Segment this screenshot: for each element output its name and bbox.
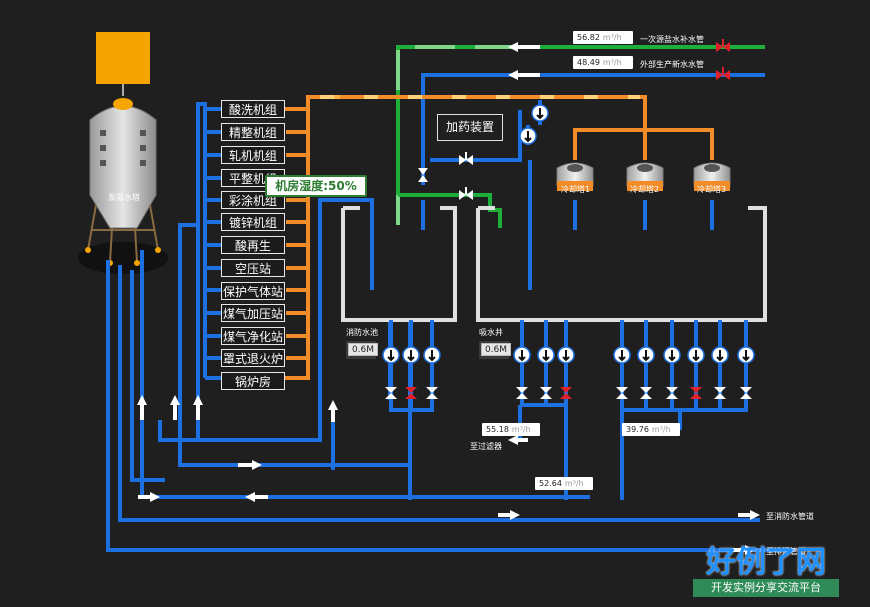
pumps [382,104,755,364]
unit-1[interactable]: 酸洗机组 [221,100,285,118]
unit-7[interactable]: 酸再生 [221,236,285,254]
brand-watermark: 好例了网 开发实例分享交流平台 [693,537,839,599]
unit-6[interactable]: 镀锌机组 [221,213,285,231]
fire-pool-label: 消防水池 [346,328,378,337]
suction-well-label: 吸水井 [479,328,503,337]
cooler-label-2: 冷却塔2 [630,185,660,194]
tower-label: 泵吸水塔 [108,193,140,202]
unit-3[interactable]: 轧机机组 [221,146,285,164]
suction-well-level: 0.6M [481,343,511,356]
tower-top-box [96,32,150,84]
blue-pipes [106,102,795,552]
unit-9[interactable]: 保护气体站 [221,282,285,300]
brand-subtitle: 开发实例分享交流平台 [693,579,839,597]
flow-filter: 55.18 m³/h [482,423,540,436]
scada-stage: { "tower": {"label": "泵吸水塔"}, "units": [… [0,0,870,607]
fire-pool-level: 0.6M [348,343,378,356]
unit-13[interactable]: 锅炉房 [221,372,285,390]
unit-2[interactable]: 精整机组 [221,123,285,141]
filter-outlet-label: 至过滤器 [470,442,502,451]
unit-12[interactable]: 罩式退火炉 [221,349,285,367]
unit-8[interactable]: 空压站 [221,259,285,277]
unit-10[interactable]: 煤气加压站 [221,304,285,322]
process-diagram [78,32,795,555]
flow-mid: 52.64 m³/h [535,477,593,490]
cooler-label-1: 冷却塔1 [561,185,591,194]
flow-top2: 48.49 m³/h [573,56,633,69]
dosing-unit[interactable]: 加药装置 [437,114,503,141]
humidity-badge: 机房湿度:50% [265,175,367,197]
flow-top2-label: 外部生产新水水管 [640,60,704,69]
unit-11[interactable]: 煤气净化站 [221,327,285,345]
cooler-label-3: 冷却塔3 [697,185,727,194]
brand-title: 好例了网 [706,545,826,580]
flow-top1-label: 一次源盐水补水管 [640,35,704,44]
flow-top1: 56.82 m³/h [573,31,633,44]
flow-right: 39.76 m³/h [622,423,680,436]
pools [341,206,767,322]
water-tower [78,32,168,274]
fire-outlet-label: 至消防水管道 [766,512,814,521]
